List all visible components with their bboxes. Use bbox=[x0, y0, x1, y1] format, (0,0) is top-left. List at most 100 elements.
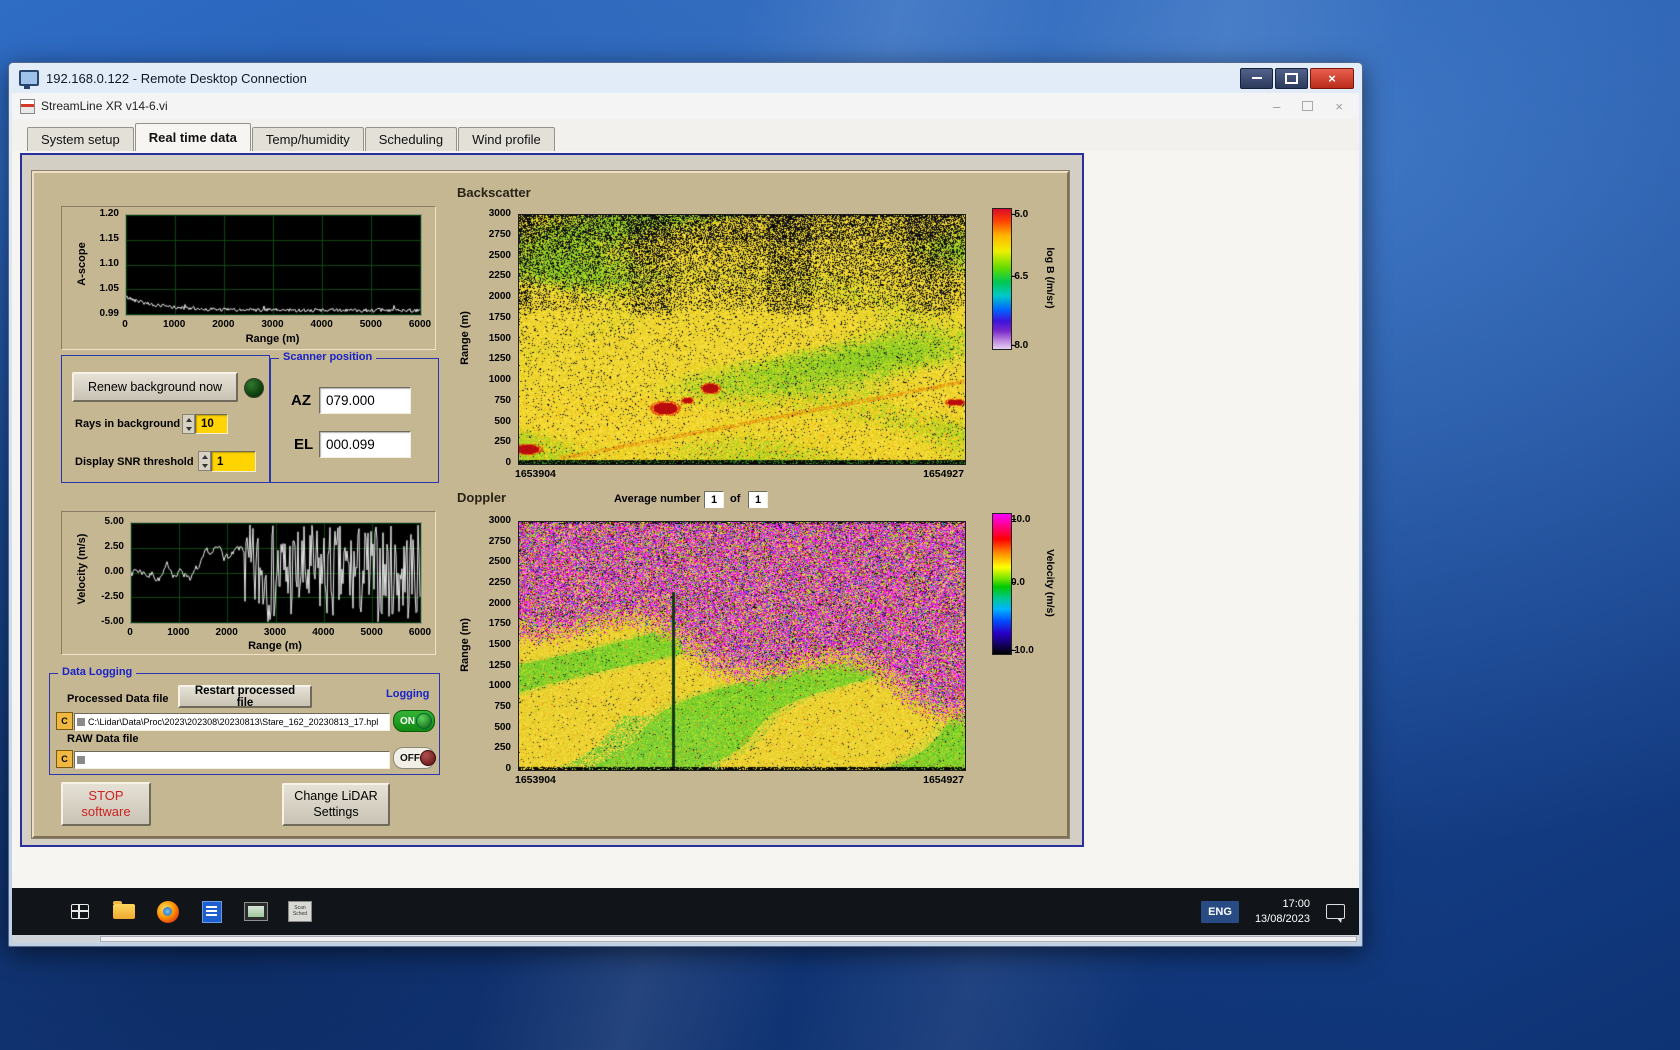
tick-label: 2000 bbox=[212, 319, 235, 330]
taskbar-document-icon[interactable] bbox=[199, 897, 225, 927]
scanner-position-group: Scanner position AZ 079.000 EL 000.099 bbox=[270, 351, 439, 483]
tick-label: 3000 bbox=[488, 515, 511, 526]
browse-icon[interactable] bbox=[77, 718, 85, 726]
tick-label: 1000 bbox=[488, 374, 511, 385]
raw-data-file-label: RAW Data file bbox=[67, 733, 139, 745]
taskbar: Scan Sched ENG 17:00 13/08/2023 bbox=[12, 888, 1359, 935]
vi-icon bbox=[20, 98, 35, 114]
scrollbar-thumb[interactable] bbox=[100, 936, 1357, 942]
desktop-background: 192.168.0.122 - Remote Desktop Connectio… bbox=[0, 0, 1680, 1050]
doppler-heatmap-canvas bbox=[518, 521, 966, 771]
taskbar-scansched-icon[interactable]: Scan Sched bbox=[287, 897, 313, 927]
app-close-button[interactable]: × bbox=[1335, 99, 1343, 114]
app-window-title: StreamLine XR v14-6.vi bbox=[41, 99, 168, 113]
restart-processed-file-button[interactable]: Restart processed file bbox=[178, 685, 312, 709]
average-count-field[interactable]: 1 bbox=[748, 491, 768, 509]
tick-label: 2250 bbox=[488, 577, 511, 588]
tick-label: 0.99 bbox=[99, 308, 119, 319]
ascope-graph: A-scope 1.20 1.15 1.10 1.05 0.99 0 1000 2000 30… bbox=[61, 206, 436, 350]
toggle-knob-icon bbox=[420, 750, 436, 766]
toggle-knob-icon bbox=[416, 713, 432, 729]
tick-label: 1500 bbox=[488, 639, 511, 650]
browse-icon[interactable] bbox=[77, 756, 85, 764]
velocity-y-ticks: 5.00 2.50 0.00 -2.50 -5.00 bbox=[62, 512, 126, 634]
app-restore-button[interactable] bbox=[1302, 101, 1314, 111]
tick-label: 250 bbox=[494, 436, 511, 448]
tick-label: 0 bbox=[122, 319, 128, 330]
tab-wind-profile[interactable]: Wind profile bbox=[458, 127, 555, 151]
tick-label: 2.50 bbox=[104, 541, 124, 552]
app-minimize-button[interactable]: – bbox=[1273, 99, 1280, 114]
tick-label: 0.00 bbox=[104, 566, 124, 577]
tick-label: 1000 bbox=[167, 627, 190, 638]
stop-software-button[interactable]: STOP software bbox=[61, 782, 151, 826]
renew-background-button[interactable]: Renew background now bbox=[72, 372, 238, 402]
backscatter-x-start-label: 1653904 bbox=[515, 468, 556, 480]
rdp-titlebar[interactable]: 192.168.0.122 - Remote Desktop Connectio… bbox=[9, 63, 1362, 93]
tick-label: 250 bbox=[494, 742, 511, 754]
language-indicator[interactable]: ENG bbox=[1201, 900, 1239, 923]
notification-icon[interactable] bbox=[1326, 904, 1345, 923]
raw-drive-selector[interactable]: C bbox=[56, 750, 73, 768]
background-group: Renew background now Rays in background … bbox=[61, 355, 270, 483]
raw-logging-toggle[interactable]: OFF bbox=[393, 747, 436, 769]
snr-spinner[interactable] bbox=[198, 451, 211, 471]
remote-session: StreamLine XR v14-6.vi – × System setup R… bbox=[12, 93, 1359, 943]
rdp-horizontal-scrollbar[interactable] bbox=[12, 935, 1359, 943]
taskbar-app-icon[interactable] bbox=[243, 897, 269, 927]
velocity-graph: Velocity (m/s) 5.00 2.50 0.00 -2.50 -5.00 01… bbox=[61, 511, 436, 655]
processed-drive-selector[interactable]: C bbox=[56, 712, 73, 730]
taskbar-icons: Scan Sched bbox=[67, 897, 313, 927]
tab-strip: System setup Real time data Temp/humidity S… bbox=[12, 119, 1359, 151]
velocity-plot-canvas bbox=[130, 522, 422, 624]
doppler-x-end-label: 1654927 bbox=[923, 774, 964, 786]
velocity-x-ticks: 0 1000 2000 3000 4000 5000 6000 bbox=[127, 627, 431, 639]
taskbar-taskview-icon[interactable] bbox=[67, 897, 93, 927]
tick-label: 0 bbox=[505, 457, 511, 468]
tab-scheduling[interactable]: Scheduling bbox=[364, 127, 458, 151]
az-field[interactable]: 079.000 bbox=[319, 387, 411, 414]
average-number-field[interactable]: 1 bbox=[704, 491, 724, 509]
rdp-close-button[interactable]: × bbox=[1310, 67, 1354, 89]
raw-path-field[interactable] bbox=[74, 751, 390, 769]
data-logging-group: Data Logging Processed Data file Restart… bbox=[49, 666, 440, 775]
snr-value[interactable]: 1 bbox=[211, 451, 256, 472]
taskbar-firefox-icon[interactable] bbox=[155, 897, 181, 927]
backscatter-title: Backscatter bbox=[457, 185, 531, 200]
processed-logging-toggle[interactable]: ON bbox=[393, 710, 435, 732]
tab-real-time-data[interactable]: Real time data bbox=[134, 123, 251, 151]
ascope-y-ticks: 1.20 1.15 1.10 1.05 0.99 bbox=[62, 207, 121, 327]
tick-label: 2000 bbox=[488, 291, 511, 302]
app-titlebar[interactable]: StreamLine XR v14-6.vi – × bbox=[12, 93, 1359, 120]
rdp-window-title: 192.168.0.122 - Remote Desktop Connectio… bbox=[46, 70, 307, 86]
tick-label: 4000 bbox=[310, 319, 333, 330]
tick-label: -5.00 bbox=[101, 616, 124, 627]
tick-label: 3000 bbox=[263, 627, 287, 638]
el-label: EL bbox=[294, 436, 314, 453]
taskbar-folder-icon[interactable] bbox=[111, 897, 137, 927]
tick-label: 5.00 bbox=[104, 516, 124, 527]
backscatter-colorbar-label: log B (/m/sr) bbox=[1044, 247, 1056, 309]
tab-temp-humidity[interactable]: Temp/humidity bbox=[251, 127, 364, 151]
tick-label: 6000 bbox=[408, 319, 432, 330]
doppler-title: Doppler bbox=[457, 490, 507, 505]
tick-label: 2000 bbox=[215, 627, 238, 638]
taskbar-clock[interactable]: 17:00 13/08/2023 bbox=[1255, 897, 1310, 927]
tick-label: 750 bbox=[494, 394, 511, 406]
velocity-x-axis-label: Range (m) bbox=[248, 640, 302, 652]
ascope-x-ticks: 0 1000 2000 3000 4000 5000 6000 bbox=[122, 319, 431, 331]
minimize-icon bbox=[1251, 77, 1262, 79]
change-lidar-settings-button[interactable]: Change LiDAR Settings bbox=[282, 783, 390, 826]
rdp-minimize-button[interactable] bbox=[1240, 67, 1273, 89]
tick-label: 5000 bbox=[360, 627, 383, 638]
doppler-x-start-label: 1653904 bbox=[515, 774, 556, 786]
front-panel: A-scope 1.20 1.15 1.10 1.05 0.99 0 1000 2000 30… bbox=[32, 171, 1069, 838]
rays-value[interactable]: 10 bbox=[195, 414, 228, 434]
processed-path-field[interactable]: C:\Lidar\Data\Proc\2023\202308\20230813\… bbox=[74, 713, 390, 731]
on-label: ON bbox=[400, 715, 415, 727]
rdp-maximize-button[interactable] bbox=[1275, 67, 1308, 89]
tab-system-setup[interactable]: System setup bbox=[27, 127, 134, 151]
scanner-position-title: Scanner position bbox=[279, 351, 377, 363]
rays-spinner[interactable] bbox=[182, 414, 195, 434]
el-field[interactable]: 000.099 bbox=[319, 431, 411, 458]
